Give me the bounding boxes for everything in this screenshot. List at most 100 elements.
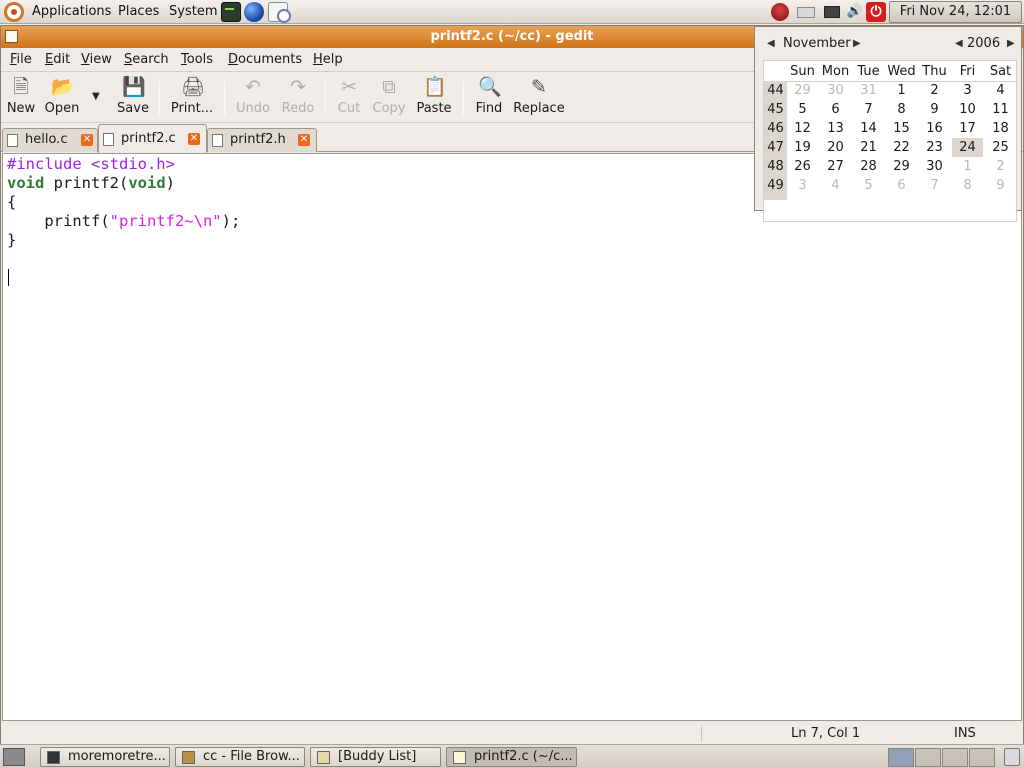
calendar-day[interactable]: 30 — [919, 157, 950, 176]
places-menu[interactable]: Places — [118, 0, 159, 24]
calendar-day[interactable]: 6 — [820, 100, 851, 119]
close-tab-icon[interactable]: ✕ — [298, 134, 310, 146]
clock[interactable]: Fri Nov 24, 12:01 AM — [889, 1, 1022, 39]
code-editor[interactable]: #include <stdio.h> void printf2(void) { … — [2, 153, 1022, 721]
redo-button[interactable]: ↷ Redo — [270, 77, 326, 121]
calendar-day[interactable]: 26 — [787, 157, 818, 176]
magnifier-icon: 🔍 — [478, 76, 502, 98]
menu-edit[interactable]: Edit — [45, 48, 70, 72]
trash-icon[interactable] — [1004, 748, 1020, 766]
code-line: { — [7, 193, 17, 211]
ubuntu-logo-icon[interactable] — [4, 2, 24, 22]
calendar-day[interactable]: 6 — [886, 176, 917, 195]
gedit-app-icon[interactable] — [5, 30, 18, 43]
calendar-day[interactable]: 8 — [952, 176, 983, 195]
text-file-icon — [103, 133, 114, 146]
calendar-day[interactable]: 20 — [820, 138, 851, 157]
workspace-4[interactable] — [969, 748, 995, 767]
calendar-day[interactable]: 18 — [985, 119, 1016, 138]
menu-help[interactable]: Help — [313, 48, 343, 72]
calendar-day[interactable]: 30 — [820, 81, 851, 100]
calendar-day[interactable]: 17 — [952, 119, 983, 138]
calendar-day[interactable]: 9 — [919, 100, 950, 119]
calendar-day[interactable]: 14 — [853, 119, 884, 138]
menu-tools[interactable]: Tools — [181, 48, 213, 72]
calendar-day[interactable]: 28 — [853, 157, 884, 176]
prev-month-icon[interactable]: ◀ — [767, 35, 775, 53]
calendar-day[interactable]: 12 — [787, 119, 818, 138]
calendar-day[interactable]: 4 — [820, 176, 851, 195]
workspace-2[interactable] — [915, 748, 941, 767]
close-tab-icon[interactable]: ✕ — [81, 134, 93, 146]
next-year-icon[interactable]: ▶ — [1007, 35, 1015, 53]
open-recent-dropdown-icon[interactable]: ▼ — [92, 91, 100, 102]
open-button[interactable]: 📂 Open — [34, 77, 90, 121]
find-button[interactable]: 🔍 Find — [461, 77, 517, 121]
new-document-icon: 🗎 — [13, 76, 29, 98]
calendar-day[interactable]: 16 — [919, 119, 950, 138]
save-button[interactable]: 💾 Save — [105, 77, 161, 121]
text-file-icon — [7, 134, 18, 147]
network-icon[interactable] — [824, 6, 840, 18]
calendar-day[interactable]: 25 — [985, 138, 1016, 157]
calendar-day[interactable]: 22 — [886, 138, 917, 157]
calendar-day[interactable]: 7 — [919, 176, 950, 195]
calendar-day[interactable]: 24 — [952, 138, 983, 157]
calendar-day[interactable]: 1 — [952, 157, 983, 176]
calendar-day[interactable]: 29 — [787, 81, 818, 100]
paste-button[interactable]: 📋 Paste — [406, 77, 462, 121]
calendar-day[interactable]: 3 — [952, 81, 983, 100]
tab-printf2-h[interactable]: printf2.h ✕ — [207, 128, 317, 152]
power-icon[interactable]: ⏻ — [866, 2, 886, 22]
calendar-day[interactable]: 11 — [985, 100, 1016, 119]
calendar-day[interactable]: 31 — [853, 81, 884, 100]
calendar-day-header: Thu — [922, 64, 947, 79]
mail-launcher-icon[interactable] — [268, 2, 291, 23]
menu-view[interactable]: View — [81, 48, 112, 72]
terminal-launcher-icon[interactable] — [221, 2, 241, 22]
calendar-day[interactable]: 13 — [820, 119, 851, 138]
calendar-day[interactable]: 3 — [787, 176, 818, 195]
calendar-day[interactable]: 19 — [787, 138, 818, 157]
calendar-day[interactable]: 29 — [886, 157, 917, 176]
taskbar-item-buddy-list[interactable]: [Buddy List] — [310, 747, 441, 767]
applications-menu[interactable]: Applications — [32, 0, 111, 24]
calendar-day[interactable]: 23 — [919, 138, 950, 157]
calendar-day[interactable]: 4 — [985, 81, 1016, 100]
tab-hello-c[interactable]: hello.c ✕ — [2, 128, 98, 152]
prev-year-icon[interactable]: ◀ — [955, 35, 963, 53]
calendar-day[interactable]: 2 — [985, 157, 1016, 176]
calendar-day[interactable]: 2 — [919, 81, 950, 100]
taskbar-item-terminal[interactable]: moremoretre... — [40, 747, 170, 767]
calendar-day[interactable]: 15 — [886, 119, 917, 138]
taskbar-item-file-browser[interactable]: cc - File Brow... — [175, 747, 305, 767]
menu-file[interactable]: File — [10, 48, 32, 72]
next-month-icon[interactable]: ▶ — [853, 35, 861, 53]
taskbar-item-gedit[interactable]: printf2.c (~/c... — [446, 747, 577, 767]
print-button[interactable]: 🖨 Print... — [164, 77, 220, 121]
printer-icon[interactable] — [797, 7, 815, 18]
menu-documents[interactable]: Documents — [228, 48, 302, 72]
calendar-day[interactable]: 21 — [853, 138, 884, 157]
calendar-day[interactable]: 8 — [886, 100, 917, 119]
workspace-3[interactable] — [942, 748, 968, 767]
tab-printf2-c[interactable]: printf2.c ✕ — [98, 124, 207, 153]
menu-search[interactable]: Search — [124, 48, 169, 72]
show-desktop-icon[interactable] — [3, 748, 25, 766]
calendar-day[interactable]: 7 — [853, 100, 884, 119]
workspace-1[interactable] — [888, 748, 914, 767]
volume-icon[interactable]: 🔊 — [846, 3, 864, 21]
close-tab-icon[interactable]: ✕ — [188, 133, 200, 145]
replace-button[interactable]: ✎ Replace — [511, 77, 567, 121]
calendar-day[interactable]: 5 — [787, 100, 818, 119]
statusbar-divider — [701, 726, 702, 742]
calendar-day[interactable]: 1 — [886, 81, 917, 100]
calendar-day[interactable]: 9 — [985, 176, 1016, 195]
calendar-day[interactable]: 27 — [820, 157, 851, 176]
web-browser-launcher-icon[interactable] — [244, 2, 264, 22]
system-menu[interactable]: System — [169, 0, 217, 24]
calendar-day[interactable]: 5 — [853, 176, 884, 195]
calendar-day[interactable]: 10 — [952, 100, 983, 119]
calendar-day-header: Tue — [857, 64, 880, 79]
user-status-icon[interactable] — [771, 3, 789, 21]
